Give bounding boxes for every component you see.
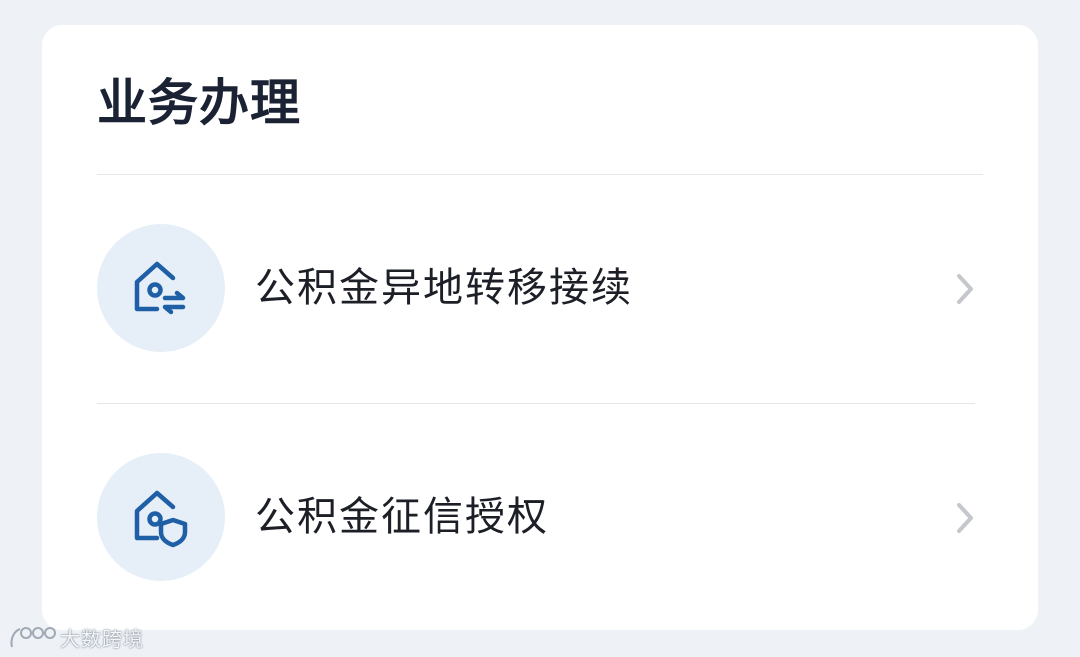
- list-item-credit-authorization[interactable]: 公积金征信授权: [97, 453, 977, 583]
- item-label-fund-transfer: 公积金异地转移接续: [255, 265, 633, 311]
- list-item-fund-transfer[interactable]: 公积金异地转移接续: [97, 224, 977, 354]
- watermark: 大数跨境: [8, 620, 144, 654]
- house-transfer-icon: [97, 224, 225, 352]
- title-divider: [97, 174, 983, 175]
- house-shield-icon: [97, 453, 225, 581]
- item-divider: [97, 403, 975, 404]
- item-label-credit-authorization: 公积金征信授权: [255, 494, 549, 540]
- business-card: 业务办理 公积金异地转移接续 公积金征信授权: [42, 25, 1038, 630]
- chevron-right-icon: [957, 503, 973, 533]
- card-title: 业务办理: [97, 74, 301, 132]
- watermark-logo-icon: [10, 627, 56, 648]
- chevron-right-icon: [957, 274, 973, 304]
- watermark-text: 大数跨境: [60, 626, 144, 651]
